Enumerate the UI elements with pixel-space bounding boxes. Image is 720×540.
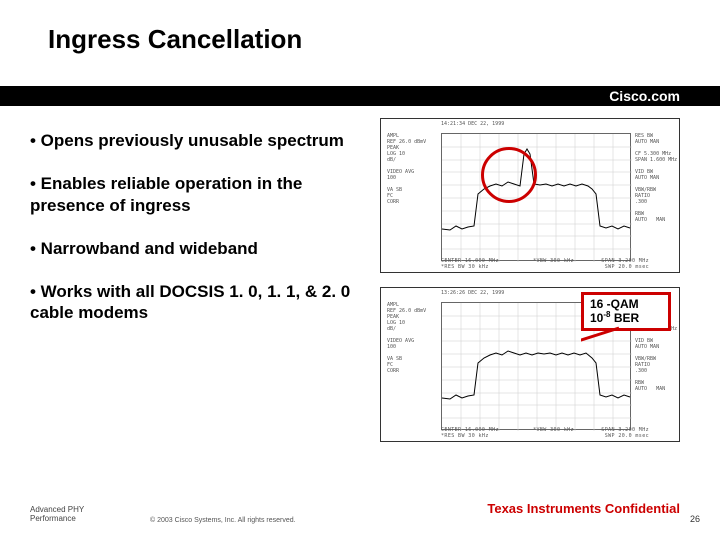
analyzer-left-panel: AMPL REF 26.0 dBmV PEAK LOG 10 dB/ VIDEO… [387, 302, 437, 374]
analyzer-header: 14:21:34 DEC 22, 1999 [441, 121, 504, 127]
analyzer-header: 13:26:26 DEC 22, 1999 [441, 290, 504, 296]
bullet-item: • Opens previously unusable spectrum [30, 130, 370, 151]
analyzer-footer: CENTER 16.000 MHz *VBW 300 kHz SPAN 3.20… [441, 258, 649, 270]
highlight-circle-icon [481, 147, 537, 203]
analyzer-screen [441, 133, 631, 261]
callout-arrow-icon [581, 326, 641, 366]
figure-area: 14:21:34 DEC 22, 1999 AMPL REF 26.0 dBmV… [380, 118, 680, 448]
bullet-item: • Works with all DOCSIS 1. 0, 1. 1, & 2.… [30, 281, 370, 324]
analyzer-right-panel: RES BW AUTO MAN CF 5.300 MHz SPAN 1.600 … [635, 133, 675, 223]
bullet-list: • Opens previously unusable spectrum • E… [30, 130, 370, 346]
page-number: 26 [690, 514, 700, 524]
analyzer-left-panel: AMPL REF 26.0 dBmV PEAK LOG 10 dB/ VIDEO… [387, 133, 437, 205]
footer-confidential: Texas Instruments Confidential [487, 501, 680, 516]
analyzer-footer: CENTER 16.000 MHz *VBW 300 kHz SPAN 3.20… [441, 427, 649, 439]
trace-svg [442, 134, 632, 262]
bullet-item: • Enables reliable operation in the pres… [30, 173, 370, 216]
footer: Advanced PHY Performance © 2003 Cisco Sy… [30, 494, 700, 524]
spectrum-top: 14:21:34 DEC 22, 1999 AMPL REF 26.0 dBmV… [380, 118, 680, 273]
page-title: Ingress Cancellation [48, 24, 720, 55]
callout-line2: 10-8 BER [590, 311, 662, 325]
brand-label: Cisco.com [609, 88, 680, 104]
callout-line1: 16 -QAM [590, 298, 662, 311]
footer-copyright: © 2003 Cisco Systems, Inc. All rights re… [150, 517, 296, 524]
spectrum-bottom: 13:26:26 DEC 22, 1999 AMPL REF 26.0 dBmV… [380, 287, 680, 442]
bullet-item: • Narrowband and wideband [30, 238, 370, 259]
footer-left: Advanced PHY Performance [30, 506, 84, 524]
